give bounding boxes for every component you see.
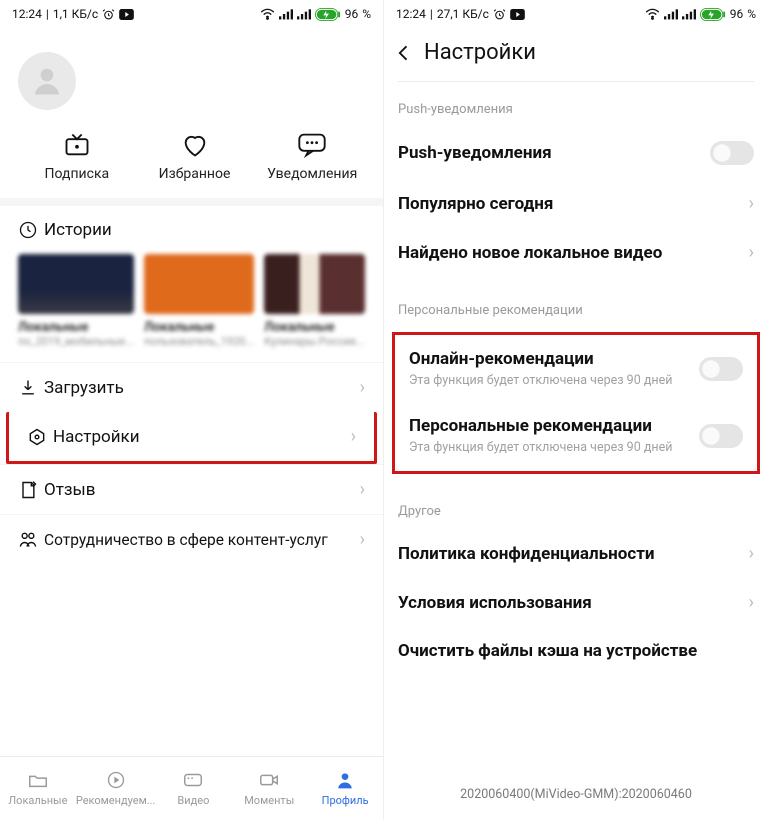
chevron-right-icon: › [749, 592, 754, 613]
row-download[interactable]: Загрузить › [0, 362, 383, 412]
alarm-icon [493, 8, 506, 21]
chevron-right-icon: › [749, 193, 754, 214]
nav-recommended[interactable]: Рекомендуем... [76, 757, 156, 820]
build-id: 2020060400(MiVideo-GMM):2020060460 [384, 773, 768, 820]
youtube-icon [510, 9, 525, 20]
toggle[interactable] [710, 141, 754, 165]
toggle[interactable] [699, 357, 743, 381]
wifi-icon [645, 8, 660, 20]
chevron-right-icon: › [360, 529, 365, 550]
thumbnail [18, 254, 134, 314]
battery-icon [315, 8, 341, 21]
settings-hex-icon [27, 427, 47, 447]
wifi-icon [260, 8, 275, 20]
chat-icon [297, 132, 327, 158]
youtube-icon [119, 9, 134, 20]
row-new-local-video[interactable]: Найдено новое локальное видео › [384, 228, 768, 277]
row-clear-cache[interactable]: Очистить файлы кэша на устройстве [384, 627, 768, 675]
profile-header[interactable] [18, 52, 371, 110]
clock-icon [18, 220, 38, 240]
section-other: Другое [384, 504, 768, 529]
chevron-right-icon: › [360, 377, 365, 398]
note-icon [18, 480, 38, 500]
battery-icon [700, 8, 726, 21]
thumbnail [144, 254, 254, 314]
status-net: 1,1 КБ/с [53, 7, 98, 21]
tab-notifications[interactable]: Уведомления [253, 132, 371, 182]
section-personal: Персональные рекомендации [384, 303, 768, 328]
avatar[interactable] [18, 52, 76, 110]
tab-subscriptions[interactable]: Подписка [18, 132, 136, 182]
heart-icon [181, 132, 209, 158]
camera-icon [258, 770, 280, 790]
settings-screen: 12:24 | 27,1 КБ/с 96 % Настройки [384, 0, 768, 820]
battery-pct: 96 [345, 7, 359, 21]
history-card[interactable]: Локальные пользователь_1920... [144, 254, 254, 348]
signal-icon-2 [682, 8, 696, 20]
histories-row[interactable]: Истории [0, 206, 383, 254]
status-time: 12:24 [396, 7, 426, 21]
section-push: Push-уведомления [384, 102, 768, 127]
thumbnail [264, 254, 365, 314]
nav-video[interactable]: Видео [155, 757, 231, 820]
rect-icon [182, 770, 204, 790]
folder-icon [27, 770, 49, 790]
status-net: 27,1 КБ/с [437, 7, 489, 21]
row-terms[interactable]: Условия использования › [384, 578, 768, 627]
status-time: 12:24 [12, 7, 42, 21]
user-icon [29, 63, 65, 99]
nav-local[interactable]: Локальные [0, 757, 76, 820]
alarm-icon [102, 8, 115, 21]
row-feedback[interactable]: Отзыв › [0, 464, 383, 514]
chevron-right-icon: › [351, 426, 356, 447]
play-circle-icon [105, 770, 127, 790]
nav-moments[interactable]: Моменты [231, 757, 307, 820]
chevron-right-icon: › [749, 543, 754, 564]
page-title: Настройки [424, 40, 536, 65]
chevron-right-icon: › [749, 242, 754, 263]
row-online-recommendations[interactable]: Онлайн-рекомендации Эта функция будет от… [395, 335, 757, 402]
tab-favorites[interactable]: Избранное [136, 132, 254, 182]
row-privacy[interactable]: Политика конфиденциальности › [384, 529, 768, 578]
row-popular[interactable]: Популярно сегодня › [384, 179, 768, 228]
toggle[interactable] [699, 424, 743, 448]
tv-icon [63, 132, 91, 158]
profile-screen: 12:24 | 1,1 КБ/с 96 % [0, 0, 384, 820]
user-filled-icon [334, 770, 356, 790]
statusbar-left: 12:24 | 1,1 КБ/с 96 % [0, 0, 383, 28]
signal-icon [664, 8, 678, 20]
row-personal-recommendations[interactable]: Персональные рекомендации Эта функция бу… [395, 402, 757, 469]
signal-icon-2 [297, 8, 311, 20]
nav-profile[interactable]: Профиль [307, 757, 383, 820]
battery-pct: 96 [730, 7, 744, 21]
row-push-toggle[interactable]: Push-уведомления [384, 127, 768, 179]
chevron-left-icon [394, 43, 414, 63]
history-card[interactable]: Локальные по_2019_мобильные... [18, 254, 134, 348]
people-icon [18, 530, 38, 550]
histories-cards: Локальные по_2019_мобильные... Локальные… [0, 254, 383, 362]
signal-icon [279, 8, 293, 20]
back-button[interactable] [394, 43, 414, 63]
row-settings[interactable]: Настройки › [6, 412, 377, 464]
bottom-nav: Локальные Рекомендуем... Видео Моменты П… [0, 756, 383, 820]
row-partnership[interactable]: Сотрудничество в сфере контент-услуг › [0, 514, 383, 564]
history-card[interactable]: Локальные Кулинары.Россия... [264, 254, 365, 348]
highlighted-block: Онлайн-рекомендации Эта функция будет от… [392, 332, 760, 474]
chevron-right-icon: › [360, 479, 365, 500]
statusbar-right: 12:24 | 27,1 КБ/с 96 % [384, 0, 768, 28]
download-icon [18, 378, 38, 398]
